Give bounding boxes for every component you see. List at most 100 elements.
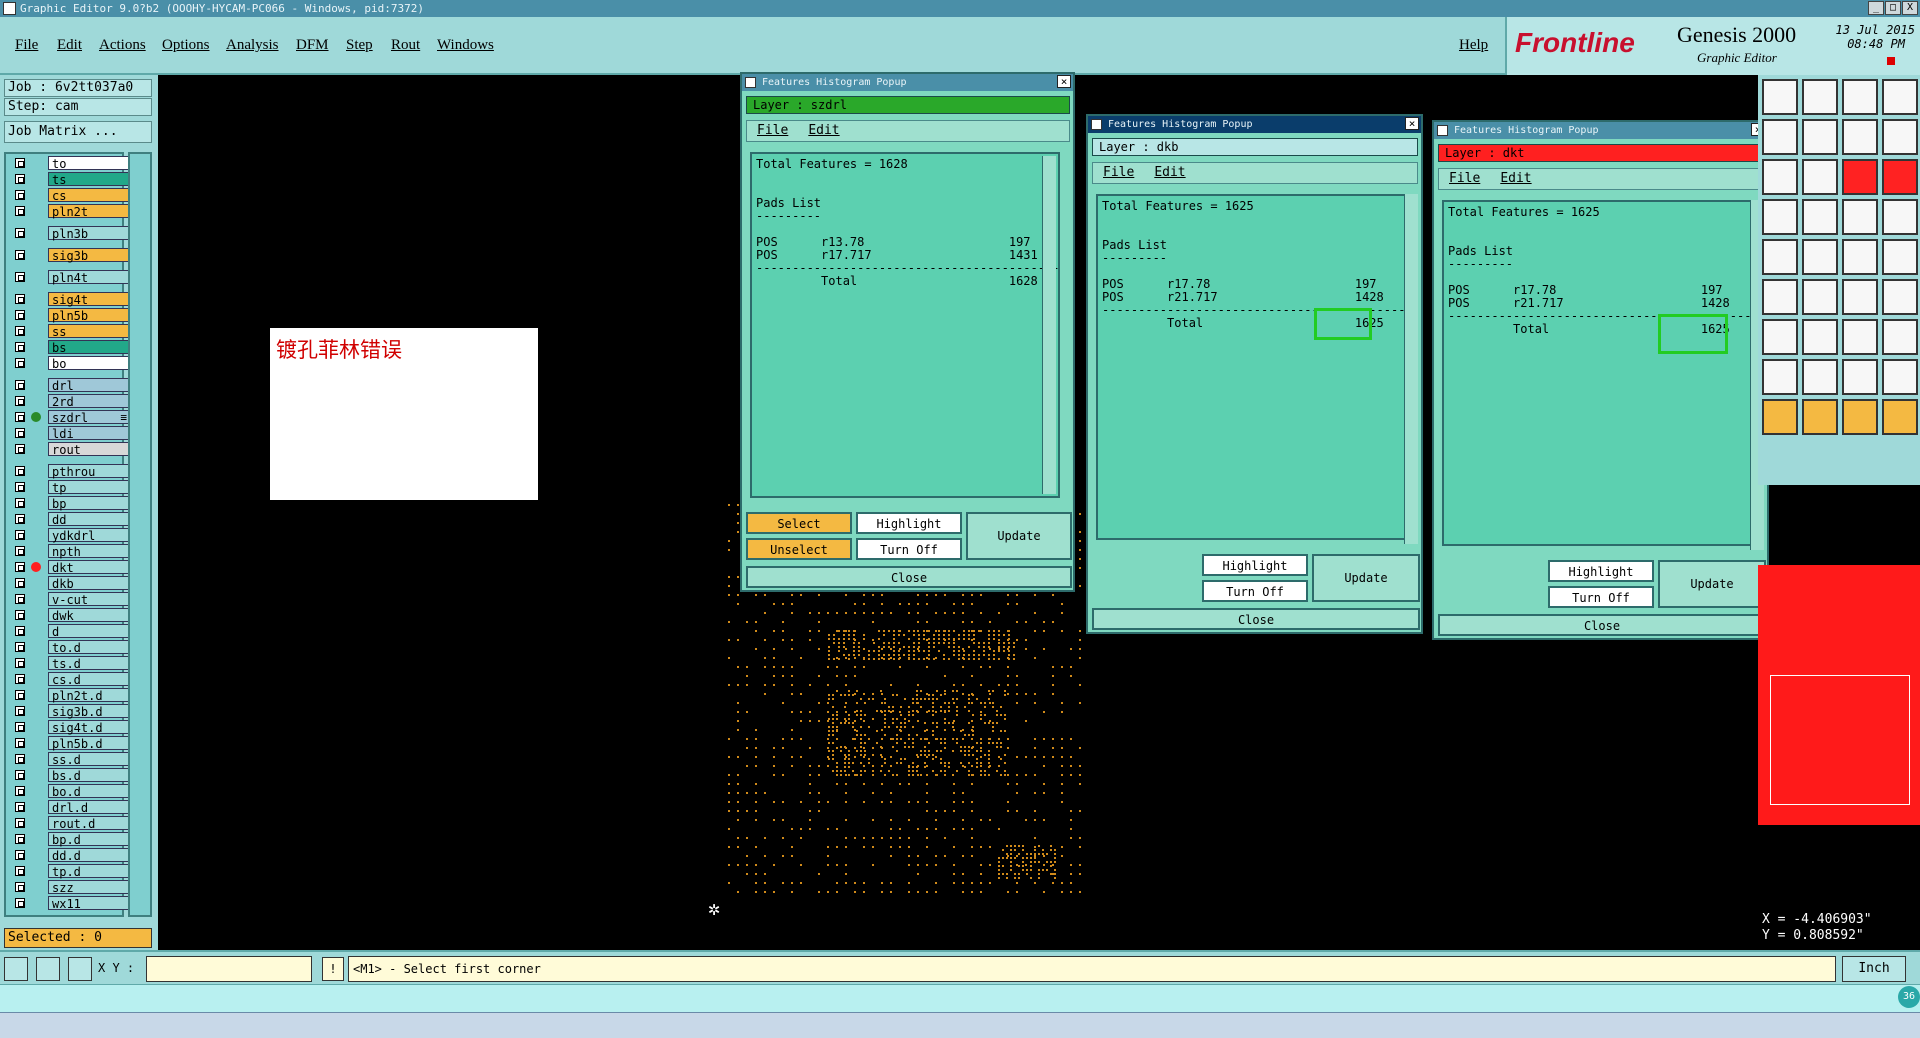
layer-checkbox[interactable] bbox=[15, 754, 25, 764]
close-button[interactable]: X bbox=[1902, 1, 1918, 15]
layer-name[interactable]: cs bbox=[48, 188, 130, 203]
layer-name[interactable]: dd.d bbox=[48, 848, 130, 863]
tool-icon[interactable] bbox=[1882, 279, 1918, 315]
tool-icon[interactable] bbox=[1842, 119, 1878, 155]
tool-icon[interactable] bbox=[1802, 119, 1838, 155]
layer-checkbox[interactable] bbox=[15, 482, 25, 492]
minimize-button[interactable]: _ bbox=[1868, 1, 1884, 15]
info-icon[interactable]: ! bbox=[322, 957, 344, 981]
turn-off-button[interactable]: Turn Off bbox=[1548, 586, 1654, 608]
layer-checkbox[interactable] bbox=[15, 206, 25, 216]
layer-row-pln4t[interactable]: pln4t bbox=[10, 270, 130, 285]
tool-icon[interactable] bbox=[1802, 319, 1838, 355]
layer-row-cs[interactable]: cs bbox=[10, 188, 130, 203]
menu-actions[interactable]: Actions bbox=[99, 37, 146, 54]
measure-icon[interactable] bbox=[36, 957, 60, 981]
layer-name[interactable]: cs.d bbox=[48, 672, 130, 687]
layer-checkbox[interactable] bbox=[15, 498, 25, 508]
highlight-button[interactable]: Highlight bbox=[1202, 554, 1308, 576]
layer-name[interactable]: ydkdrl bbox=[48, 528, 130, 543]
layer-name[interactable]: bp bbox=[48, 496, 130, 511]
layer-checkbox[interactable] bbox=[15, 530, 25, 540]
layer-row-sig3b.d[interactable]: sig3b.d bbox=[10, 704, 130, 719]
layer-checkbox[interactable] bbox=[15, 594, 25, 604]
layer-name[interactable]: dwk bbox=[48, 608, 130, 623]
popup-title-bar[interactable]: Features Histogram Popup × bbox=[1088, 116, 1421, 133]
layer-name[interactable]: sig3b.d bbox=[48, 704, 130, 719]
menu-help[interactable]: Help bbox=[1459, 37, 1488, 54]
layer-row-bs.d[interactable]: bs.d bbox=[10, 768, 130, 783]
layer-row-bs[interactable]: bs bbox=[10, 340, 130, 355]
layer-checkbox[interactable] bbox=[15, 326, 25, 336]
update-button[interactable]: Update bbox=[1312, 554, 1420, 602]
layer-row-pln5b.d[interactable]: pln5b.d bbox=[10, 736, 130, 751]
layer-name[interactable]: bp.d bbox=[48, 832, 130, 847]
layer-name[interactable]: dd bbox=[48, 512, 130, 527]
layer-checkbox[interactable] bbox=[15, 674, 25, 684]
layer-row-ss[interactable]: ss bbox=[10, 324, 130, 339]
layer-checkbox[interactable] bbox=[15, 690, 25, 700]
close-button[interactable]: Close bbox=[746, 566, 1072, 588]
tool-icon[interactable] bbox=[1802, 159, 1838, 195]
layer-row-bp[interactable]: bp bbox=[10, 496, 130, 511]
update-button[interactable]: Update bbox=[1658, 560, 1766, 608]
layer-row-rout.d[interactable]: rout.d bbox=[10, 816, 130, 831]
layer-row-tp[interactable]: tp bbox=[10, 480, 130, 495]
menu-options[interactable]: Options bbox=[162, 37, 210, 54]
layer-row-pln2t.d[interactable]: pln2t.d bbox=[10, 688, 130, 703]
turn-off-button[interactable]: Turn Off bbox=[856, 538, 962, 560]
layer-name[interactable]: ldi bbox=[48, 426, 130, 441]
layer-row-sig4t[interactable]: sig4t bbox=[10, 292, 130, 307]
layer-name[interactable]: pln5b.d bbox=[48, 736, 130, 751]
layer-checkbox[interactable] bbox=[15, 610, 25, 620]
layer-row-npth[interactable]: npth bbox=[10, 544, 130, 559]
layer-checkbox[interactable] bbox=[15, 294, 25, 304]
popup-edit-menu[interactable]: Edit bbox=[1154, 165, 1185, 180]
layer-name[interactable]: pln4t bbox=[48, 270, 130, 285]
layer-name[interactable]: drl bbox=[48, 378, 130, 393]
layer-row-drl.d[interactable]: drl.d bbox=[10, 800, 130, 815]
layer-name[interactable]: pln5b bbox=[48, 308, 130, 323]
layer-row-pln3b[interactable]: pln3b bbox=[10, 226, 130, 241]
layer-name[interactable]: bo bbox=[48, 356, 130, 371]
highlight-button[interactable]: Highlight bbox=[1548, 560, 1654, 582]
tool-icon[interactable] bbox=[1882, 199, 1918, 235]
layer-checkbox[interactable] bbox=[15, 190, 25, 200]
tool-icon[interactable] bbox=[1882, 319, 1918, 355]
layer-checkbox[interactable] bbox=[15, 228, 25, 238]
tool-icon[interactable] bbox=[1802, 199, 1838, 235]
popup-edit-menu[interactable]: Edit bbox=[808, 123, 839, 138]
layer-checkbox[interactable] bbox=[15, 174, 25, 184]
layer-name[interactable]: to bbox=[48, 156, 130, 171]
tool-icon[interactable] bbox=[1882, 359, 1918, 395]
layer-row-pthrou[interactable]: pthrou bbox=[10, 464, 130, 479]
layer-checkbox[interactable] bbox=[15, 898, 25, 908]
layer-checkbox[interactable] bbox=[15, 358, 25, 368]
tool-icon[interactable] bbox=[1882, 159, 1918, 195]
histogram-scrollbar[interactable] bbox=[1042, 156, 1056, 494]
layer-row-sig3b[interactable]: sig3b bbox=[10, 248, 130, 263]
layer-row-ldi[interactable]: ldi bbox=[10, 426, 130, 441]
tool-icon[interactable] bbox=[1842, 359, 1878, 395]
layer-checkbox[interactable] bbox=[15, 578, 25, 588]
layer-checkbox[interactable] bbox=[15, 396, 25, 406]
layer-checkbox[interactable] bbox=[15, 818, 25, 828]
layer-row-rout[interactable]: rout bbox=[10, 442, 130, 457]
layer-row-dd.d[interactable]: dd.d bbox=[10, 848, 130, 863]
tool-icon[interactable] bbox=[1802, 79, 1838, 115]
layer-checkbox[interactable] bbox=[15, 310, 25, 320]
layer-name[interactable]: pln3b bbox=[48, 226, 130, 241]
layer-checkbox[interactable] bbox=[15, 158, 25, 168]
layer-name[interactable]: sig3b bbox=[48, 248, 130, 263]
layer-checkbox[interactable] bbox=[15, 882, 25, 892]
job-matrix-button[interactable]: Job Matrix ... bbox=[4, 121, 152, 143]
layer-checkbox[interactable] bbox=[15, 272, 25, 282]
tool-icon[interactable] bbox=[1762, 359, 1798, 395]
zoom-area-icon[interactable] bbox=[4, 957, 28, 981]
layer-row-v-cut[interactable]: v-cut bbox=[10, 592, 130, 607]
layer-row-ts[interactable]: ts bbox=[10, 172, 130, 187]
layer-checkbox[interactable] bbox=[15, 722, 25, 732]
layer-row-sig4t.d[interactable]: sig4t.d bbox=[10, 720, 130, 735]
layer-row-dkb[interactable]: dkb bbox=[10, 576, 130, 591]
layer-row-szdrl[interactable]: szdrl ≡ bbox=[10, 410, 130, 425]
